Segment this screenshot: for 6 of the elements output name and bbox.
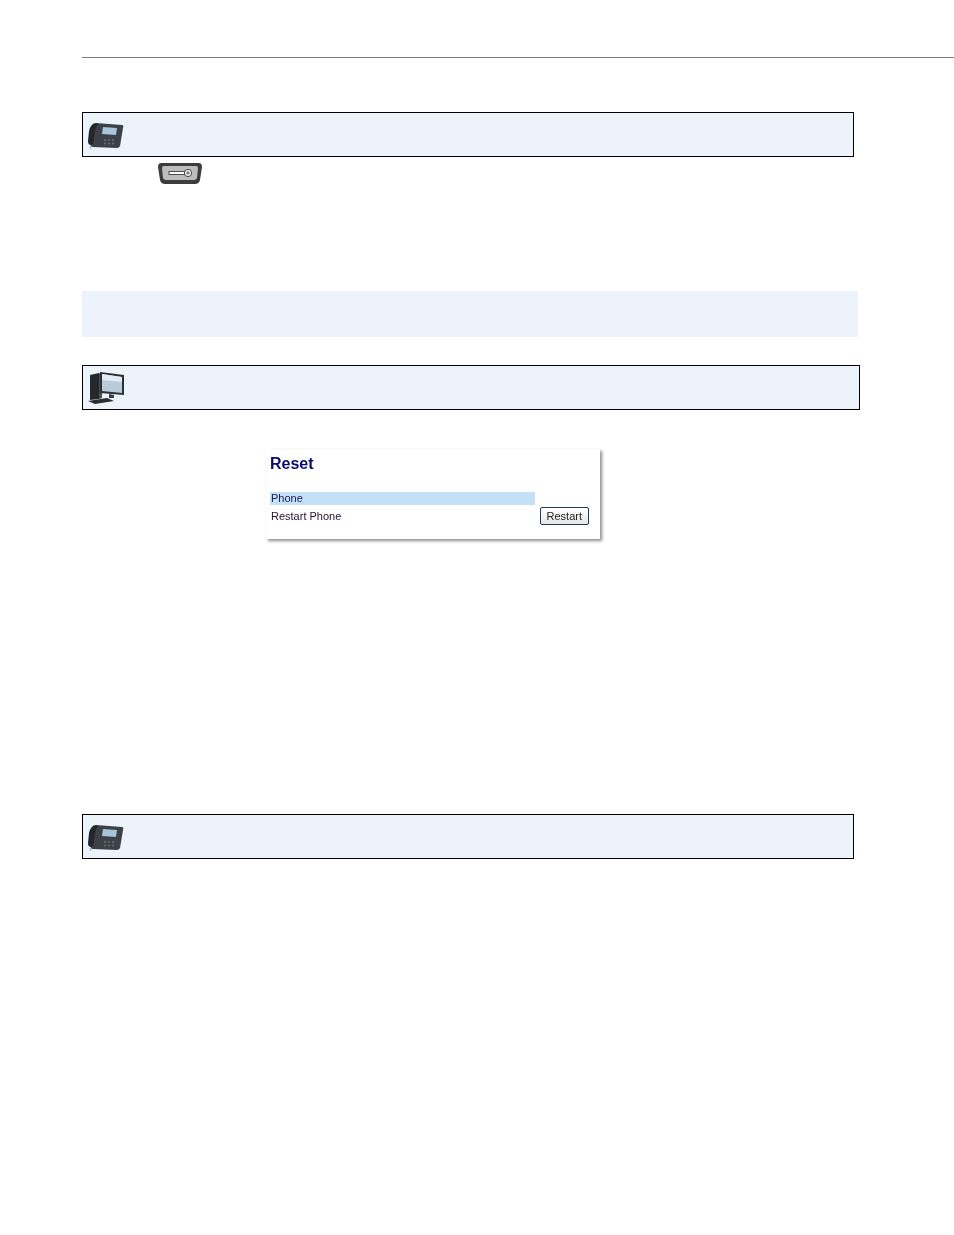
key-icon [157,162,203,185]
setting-label: Restart Phone [270,509,342,523]
panel-title: Reset [270,454,314,474]
computer-icon [87,370,125,405]
section-heading: Phone [270,492,535,505]
restart-button[interactable]: Restart [539,507,589,525]
